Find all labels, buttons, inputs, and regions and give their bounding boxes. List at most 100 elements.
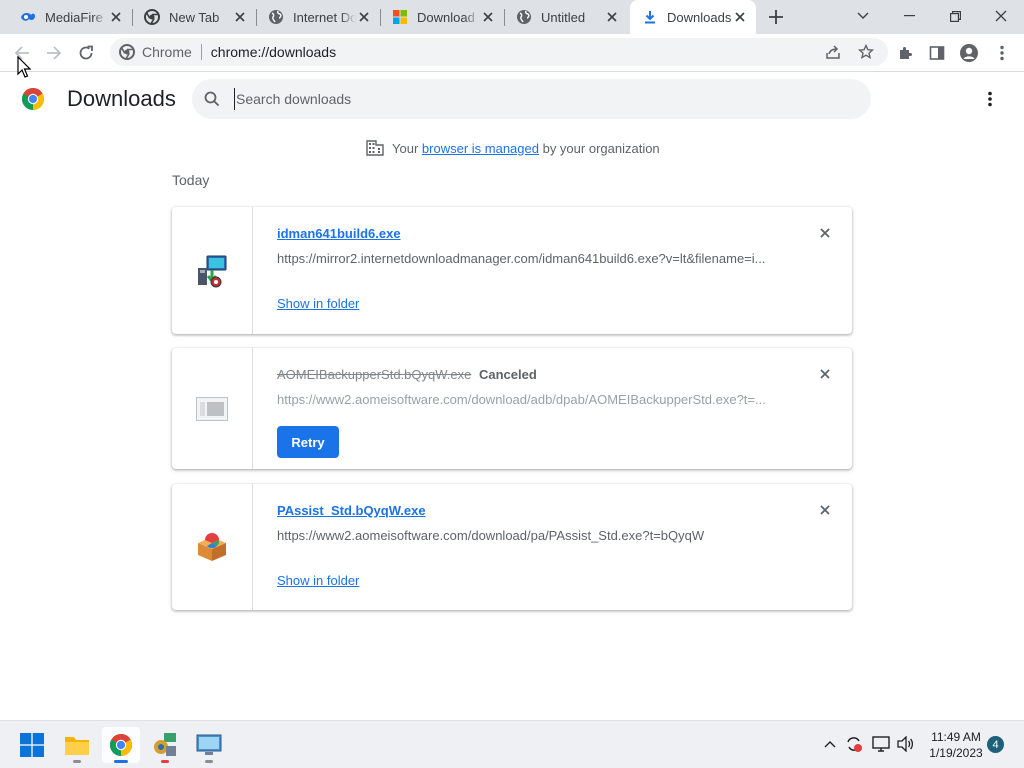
search-downloads-box[interactable] <box>192 79 871 119</box>
tab-search-button[interactable] <box>840 0 886 32</box>
remove-download-button[interactable] <box>817 366 833 382</box>
show-in-folder-link[interactable]: Show in folder <box>277 296 359 311</box>
monitor-icon <box>196 734 222 755</box>
download-item: idman641build6.exe https://mirror2.inter… <box>172 207 852 334</box>
url-text[interactable]: chrome://downloads <box>211 44 336 60</box>
file-name: AOMEIBackupperStd.bQyqW.exe <box>277 367 472 382</box>
tab-download[interactable]: Download <box>380 0 505 34</box>
close-icon <box>995 10 1007 22</box>
tab-title: Downloads <box>667 9 732 25</box>
generic-file-icon <box>196 396 228 421</box>
chrome-icon <box>119 44 135 60</box>
taskbar-remote-desktop[interactable] <box>190 727 228 763</box>
retry-button[interactable]: Retry <box>277 426 339 458</box>
close-tab-icon[interactable] <box>604 9 620 25</box>
close-icon <box>820 369 830 379</box>
restore-button[interactable] <box>932 0 978 32</box>
downloads-header: Downloads <box>0 73 1024 125</box>
taskbar-idm-installer[interactable] <box>146 727 184 763</box>
download-item: AOMEIBackupperStd.bQyqW.exe Canceled htt… <box>172 348 852 469</box>
close-tab-icon[interactable] <box>356 9 372 25</box>
tab-internet-download[interactable]: Internet Do <box>256 0 381 34</box>
close-tab-icon[interactable] <box>232 9 248 25</box>
status-label: Canceled <box>479 367 537 382</box>
plus-icon <box>769 10 783 24</box>
system-clock[interactable]: 11:49 AM 1/19/2023 <box>920 729 992 761</box>
share-icon[interactable] <box>825 44 841 60</box>
installer-icon <box>154 733 176 756</box>
taskbar: 11:49 AM 1/19/2023 <box>0 720 1024 768</box>
close-window-button[interactable] <box>978 0 1024 32</box>
search-icon <box>204 91 220 107</box>
taskbar-chrome[interactable] <box>102 727 140 763</box>
more-vert-icon <box>988 91 992 107</box>
downloads-menu-button[interactable] <box>976 85 1004 113</box>
source-url[interactable]: https://www2.aomeisoftware.com/download/… <box>277 528 777 543</box>
chrome-logo-icon <box>21 87 45 111</box>
more-vert-icon <box>1000 45 1004 61</box>
tab-title: Download <box>417 9 475 25</box>
close-icon <box>820 228 830 238</box>
chevron-down-icon <box>857 12 869 19</box>
notification-badge[interactable]: 4 <box>987 736 1004 753</box>
idm-installer-icon <box>198 255 227 287</box>
file-name-link[interactable]: idman641build6.exe <box>277 226 401 241</box>
tab-downloads[interactable]: Downloads <box>630 0 756 34</box>
managed-prefix: Your <box>392 140 419 156</box>
managed-suffix: by your organization <box>542 140 660 156</box>
search-input[interactable] <box>234 88 871 110</box>
puzzle-icon <box>900 47 912 59</box>
minimize-button[interactable] <box>886 0 932 32</box>
source-url[interactable]: https://www2.aomeisoftware.com/download/… <box>277 392 777 407</box>
file-icon-column <box>172 207 253 334</box>
side-panel-icon <box>929 46 945 60</box>
building-icon <box>366 140 384 156</box>
extensions-button[interactable] <box>891 38 921 68</box>
download-icon <box>642 9 658 25</box>
site-info-chip[interactable]: Chrome <box>110 44 192 60</box>
volume-icon[interactable] <box>896 734 916 754</box>
minimize-icon <box>903 15 915 17</box>
side-panel-button[interactable] <box>922 38 952 68</box>
tab-title: Untitled <box>541 9 586 25</box>
tab-strip: MediaFire - New Tab Internet Do Download… <box>0 0 1024 34</box>
bookmark-star-icon[interactable] <box>858 44 874 60</box>
new-tab-button[interactable] <box>762 3 790 31</box>
mediafire-icon <box>20 9 36 25</box>
chrome-logo-icon <box>109 733 133 756</box>
close-tab-icon[interactable] <box>732 9 748 25</box>
tab-title: Internet Do <box>293 9 356 25</box>
close-tab-icon[interactable] <box>108 9 124 25</box>
globe-icon <box>516 9 532 25</box>
file-icon-column <box>172 348 253 469</box>
reload-button[interactable] <box>71 38 101 68</box>
browser-menu-button[interactable] <box>987 38 1017 68</box>
mouse-cursor-icon <box>17 56 31 78</box>
start-button[interactable] <box>13 727 51 763</box>
profile-button[interactable] <box>954 38 984 68</box>
managed-notice: Your browser is managed by your organiza… <box>366 140 660 156</box>
download-item: PAssist_Std.bQyqW.exe https://www2.aomei… <box>172 484 852 610</box>
remove-download-button[interactable] <box>817 225 833 241</box>
restore-icon <box>949 10 961 22</box>
date-header: Today <box>172 172 210 188</box>
tab-new-tab[interactable]: New Tab <box>132 0 257 34</box>
network-icon[interactable] <box>871 734 891 754</box>
remove-download-button[interactable] <box>817 502 833 518</box>
file-name-link[interactable]: PAssist_Std.bQyqW.exe <box>277 503 426 518</box>
taskbar-file-explorer[interactable] <box>58 727 96 763</box>
tab-untitled[interactable]: Untitled <box>504 0 628 34</box>
browser-managed-link[interactable]: browser is managed <box>422 141 539 156</box>
close-tab-icon[interactable] <box>480 9 496 25</box>
site-chip-label: Chrome <box>142 44 192 60</box>
address-bar[interactable]: Chrome chrome://downloads <box>110 38 888 66</box>
show-hidden-icons-button[interactable] <box>820 734 840 754</box>
show-in-folder-link[interactable]: Show in folder <box>277 573 359 588</box>
sync-status-icon[interactable] <box>844 734 864 754</box>
tab-title: MediaFire - <box>45 9 108 25</box>
windows-logo-icon <box>392 9 408 25</box>
source-url[interactable]: https://mirror2.internetdownloadmanager.… <box>277 251 777 266</box>
close-icon <box>820 505 830 515</box>
tab-mediafire[interactable]: MediaFire - <box>8 0 133 34</box>
forward-button[interactable] <box>39 38 69 68</box>
